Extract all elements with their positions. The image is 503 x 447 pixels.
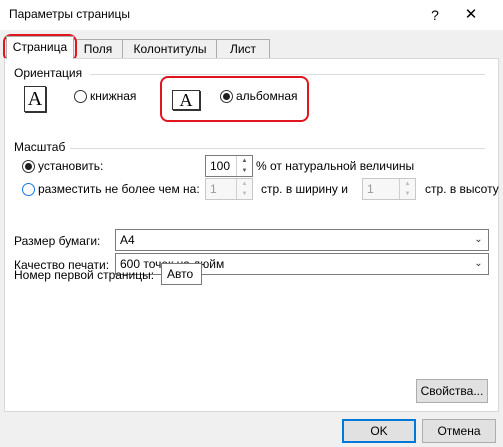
scale-set-suffix: % от натуральной величины — [256, 159, 415, 173]
spinner-arrows-icon[interactable]: ▲ ▼ — [236, 156, 252, 176]
scale-group-label: Масштаб — [14, 140, 66, 154]
chevron-down-icon[interactable]: ⌄ — [469, 254, 488, 274]
fit-width-value: 1 — [210, 182, 217, 196]
spinner-arrows-icon[interactable]: ▲ ▼ — [399, 179, 415, 199]
fit-height-spinner[interactable]: 1 ▲ ▼ — [362, 178, 416, 200]
cancel-button[interactable]: Отмена — [422, 419, 496, 443]
tab-margins[interactable]: Поля — [72, 39, 124, 58]
orientation-separator — [90, 74, 485, 75]
portrait-page-icon: A — [24, 86, 46, 112]
orientation-group-label: Ориентация — [14, 66, 83, 80]
scale-percent-value: 100 — [210, 159, 231, 173]
portrait-label-text: книжная — [90, 89, 137, 103]
first-page-number-value: Авто — [167, 267, 194, 281]
window-title: Параметры страницы — [9, 7, 130, 21]
scale-separator — [70, 148, 485, 149]
properties-button-label: Свойства... — [420, 384, 484, 398]
chevron-down-icon[interactable]: ⌄ — [469, 230, 488, 250]
tab-sheet[interactable]: Лист — [216, 39, 270, 58]
first-page-number-input[interactable]: Авто — [161, 263, 202, 285]
portrait-label[interactable]: книжная — [90, 89, 136, 103]
close-button[interactable]: ✕ — [460, 4, 482, 26]
scale-fit-label[interactable]: разместить не более чем на: — [38, 182, 200, 196]
fit-width-suffix: стр. в ширину и — [261, 182, 348, 196]
paper-size-label: Размер бумаги: — [14, 234, 101, 248]
scale-set-radio[interactable] — [22, 160, 35, 173]
fit-height-suffix: стр. в высоту — [425, 182, 499, 196]
title-bar: Параметры страницы ? ✕ — [0, 0, 503, 30]
scale-fit-radio[interactable] — [22, 183, 35, 196]
paper-size-value: A4 — [120, 233, 135, 247]
ok-button-label: OK — [370, 424, 388, 438]
tab-page-label: Страница — [12, 40, 68, 54]
tab-sheet-label: Лист — [229, 42, 257, 56]
properties-button[interactable]: Свойства... — [416, 379, 488, 403]
tab-page[interactable]: Страница — [6, 36, 74, 59]
landscape-highlight-outline — [160, 76, 309, 122]
tab-margins-label: Поля — [83, 42, 113, 56]
scale-percent-spinner[interactable]: 100 ▲ ▼ — [205, 155, 253, 177]
portrait-radio[interactable] — [74, 90, 87, 103]
first-page-number-label: Номер первой страницы: — [14, 268, 155, 282]
cancel-button-label: Отмена — [437, 424, 481, 438]
help-button[interactable]: ? — [424, 4, 446, 26]
fit-height-value: 1 — [367, 182, 374, 196]
portrait-icon-glyph: A — [27, 88, 43, 110]
ok-button[interactable]: OK — [342, 419, 416, 443]
fit-width-spinner[interactable]: 1 ▲ ▼ — [205, 178, 253, 200]
tab-header-footer[interactable]: Колонтитулы — [122, 39, 218, 58]
scale-set-label[interactable]: установить: — [38, 159, 103, 173]
paper-size-select[interactable]: A4 ⌄ — [115, 229, 489, 251]
spinner-arrows-icon[interactable]: ▲ ▼ — [236, 179, 252, 199]
tab-header-footer-label: Колонтитулы — [133, 42, 207, 56]
